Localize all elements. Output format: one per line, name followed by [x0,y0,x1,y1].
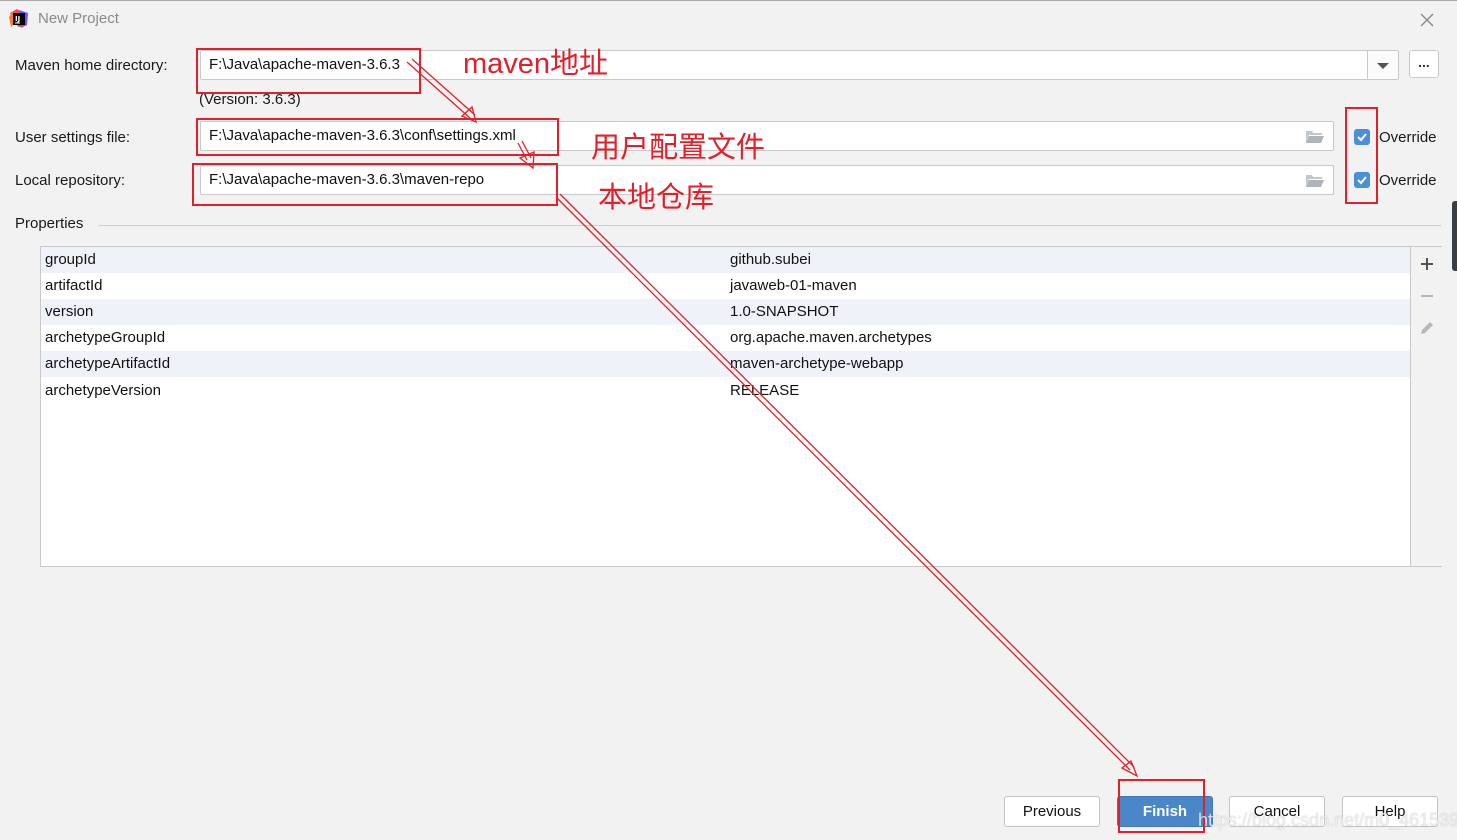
user-settings-label: User settings file: [15,129,131,146]
minus-icon[interactable] [1418,287,1436,305]
user-settings-field[interactable]: F:\Java\apache-maven-3.6.3\conf\settings… [200,121,1334,151]
properties-toolbar [1410,247,1442,566]
svg-text:IJ: IJ [15,15,20,23]
table-row[interactable]: archetypeVersion RELEASE [41,378,1411,404]
user-settings-override-checkbox[interactable] [1354,129,1370,145]
maven-home-value: F:\Java\apache-maven-3.6.3 [209,56,400,73]
previous-button[interactable]: Previous [1004,796,1100,827]
user-settings-value: F:\Java\apache-maven-3.6.3\conf\settings… [209,127,516,144]
property-value[interactable]: maven-archetype-webapp [730,355,903,372]
scrollbar-handle[interactable] [1452,201,1457,271]
property-key: archetypeGroupId [45,329,166,346]
properties-title: Properties [15,215,84,232]
property-key: archetypeVersion [45,382,161,399]
property-value[interactable]: RELEASE [730,382,799,399]
property-value[interactable]: 1.0-SNAPSHOT [730,303,838,320]
annotation-text-local-repo: 本地仓库 [598,182,715,214]
folder-icon[interactable] [1305,129,1325,144]
properties-table: groupId github.subei artifactId javaweb-… [40,246,1442,567]
local-repository-override-label[interactable]: Override [1379,172,1437,189]
annotation-text-maven-home: maven地址 [463,48,609,80]
properties-separator [99,225,1441,226]
checkmark-icon [1357,176,1367,185]
plus-icon[interactable] [1418,255,1436,273]
close-icon[interactable] [1416,9,1438,31]
table-row[interactable]: artifactId javaweb-01-maven [41,273,1411,299]
table-row[interactable]: groupId github.subei [41,247,1411,273]
local-repository-value: F:\Java\apache-maven-3.6.3\maven-repo [209,171,485,188]
maven-home-combobox[interactable]: F:\Java\apache-maven-3.6.3 [200,50,1399,80]
pencil-icon[interactable] [1418,319,1436,337]
property-key: groupId [45,251,96,268]
property-value[interactable]: github.subei [730,251,811,268]
local-repository-label: Local repository: [15,172,126,189]
maven-home-label: Maven home directory: [15,57,168,74]
title-bar: IJ New Project [0,1,1457,37]
property-key: version [45,303,94,320]
user-settings-override-label[interactable]: Override [1379,129,1437,146]
maven-version-text: (Version: 3.6.3) [199,91,301,108]
browse-maven-home-button[interactable]: ... [1409,50,1439,78]
property-value[interactable]: org.apache.maven.archetypes [730,329,932,346]
table-row[interactable]: version 1.0-SNAPSHOT [41,299,1411,325]
annotation-box-override [1345,107,1378,204]
intellij-idea-icon: IJ [9,9,28,28]
watermark: https://blog.csdn.net/m0_46153949 [1198,810,1457,830]
table-row[interactable]: archetypeArtifactId maven-archetype-weba… [41,351,1411,377]
checkmark-icon [1357,133,1367,142]
chevron-down-icon[interactable] [1367,51,1398,79]
property-key: archetypeArtifactId [45,355,171,372]
property-value[interactable]: javaweb-01-maven [730,277,857,294]
property-key: artifactId [45,277,103,294]
properties-table-body: groupId github.subei artifactId javaweb-… [41,247,1411,566]
local-repository-field[interactable]: F:\Java\apache-maven-3.6.3\maven-repo [200,165,1334,195]
local-repository-override-checkbox[interactable] [1354,172,1370,188]
folder-icon[interactable] [1305,173,1325,188]
window-title: New Project [38,10,119,27]
table-row[interactable]: archetypeGroupId org.apache.maven.archet… [41,325,1411,351]
annotation-text-user-settings: 用户配置文件 [591,132,766,164]
